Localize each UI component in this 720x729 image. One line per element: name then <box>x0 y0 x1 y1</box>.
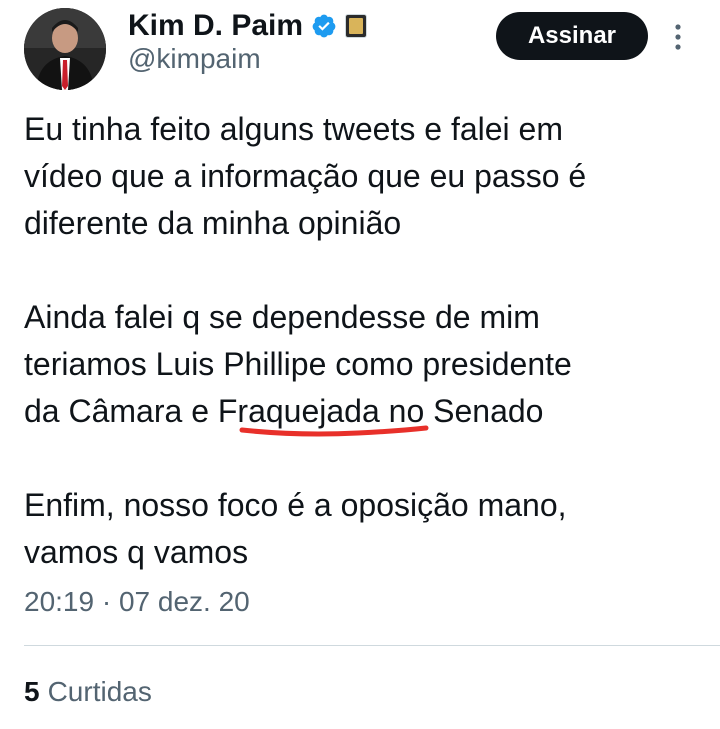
tweet-paragraph: Eu tinha feito alguns tweets e falei em … <box>24 111 587 241</box>
tweet-paragraph: Enfim, nosso foco é a oposição mano, vam… <box>24 487 567 570</box>
author-name[interactable]: Kim D. Paim <box>128 8 303 44</box>
highlight-underline-mark <box>239 425 429 437</box>
author-handle[interactable]: @kimpaim <box>128 42 261 76</box>
verified-badge-icon <box>312 14 336 38</box>
tweet-paragraph: Ainda falei q se dependesse de mim teria… <box>24 299 572 429</box>
more-vertical-icon[interactable] <box>670 22 686 52</box>
likes-stat[interactable]: 5 Curtidas <box>24 674 152 710</box>
divider <box>24 645 720 646</box>
tweet-timestamp[interactable]: 20:19 · 07 dez. 20 <box>24 584 250 620</box>
affiliate-badge-icon[interactable] <box>345 14 368 38</box>
author-avatar[interactable] <box>24 8 106 90</box>
likes-label: Curtidas <box>47 676 152 707</box>
subscribe-button[interactable]: Assinar <box>496 12 648 60</box>
author-name-row[interactable]: Kim D. Paim <box>128 8 368 44</box>
avatar-photo-icon <box>24 8 106 90</box>
tweet-text: Eu tinha feito alguns tweets e falei em … <box>24 106 704 576</box>
likes-count: 5 <box>24 676 40 707</box>
